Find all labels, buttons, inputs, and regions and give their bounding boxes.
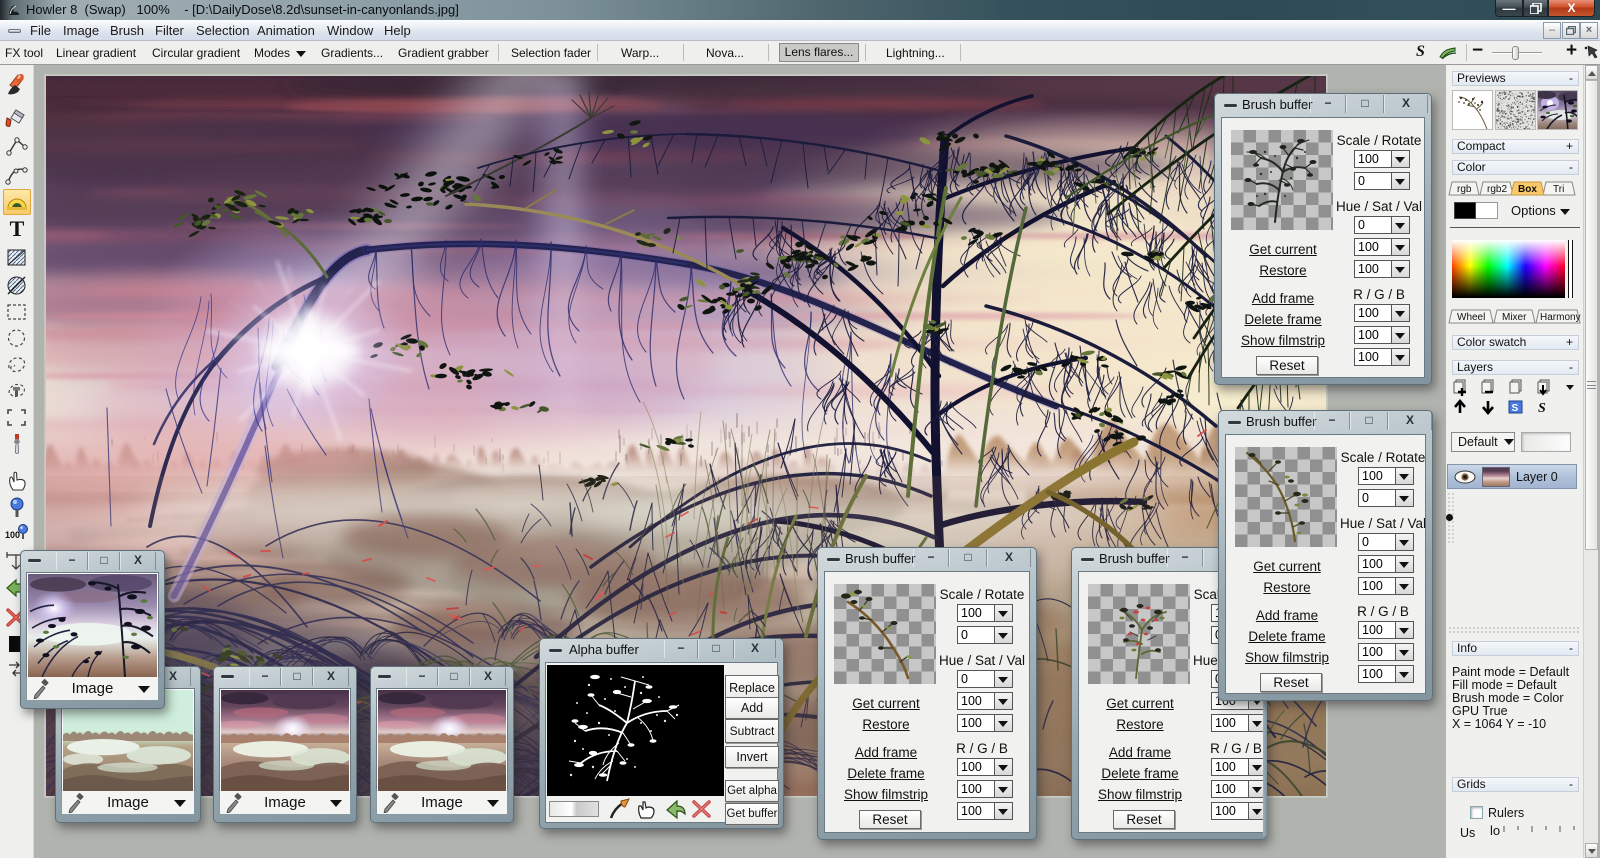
svg-text:S: S [1512, 403, 1519, 414]
svg-text:Tri: Tri [1553, 184, 1564, 195]
svg-text:Harmony: Harmony [1540, 312, 1581, 323]
svg-text:S: S [1538, 401, 1546, 415]
svg-text:Box: Box [1518, 184, 1537, 195]
svg-text:×: × [1508, 398, 1512, 401]
svg-text:Wheel: Wheel [1457, 312, 1485, 323]
svg-text:100: 100 [5, 530, 20, 540]
svg-text:rgb: rgb [1457, 184, 1472, 195]
svg-text:rgb2: rgb2 [1487, 184, 1507, 195]
svg-text:Mixer: Mixer [1502, 312, 1527, 323]
